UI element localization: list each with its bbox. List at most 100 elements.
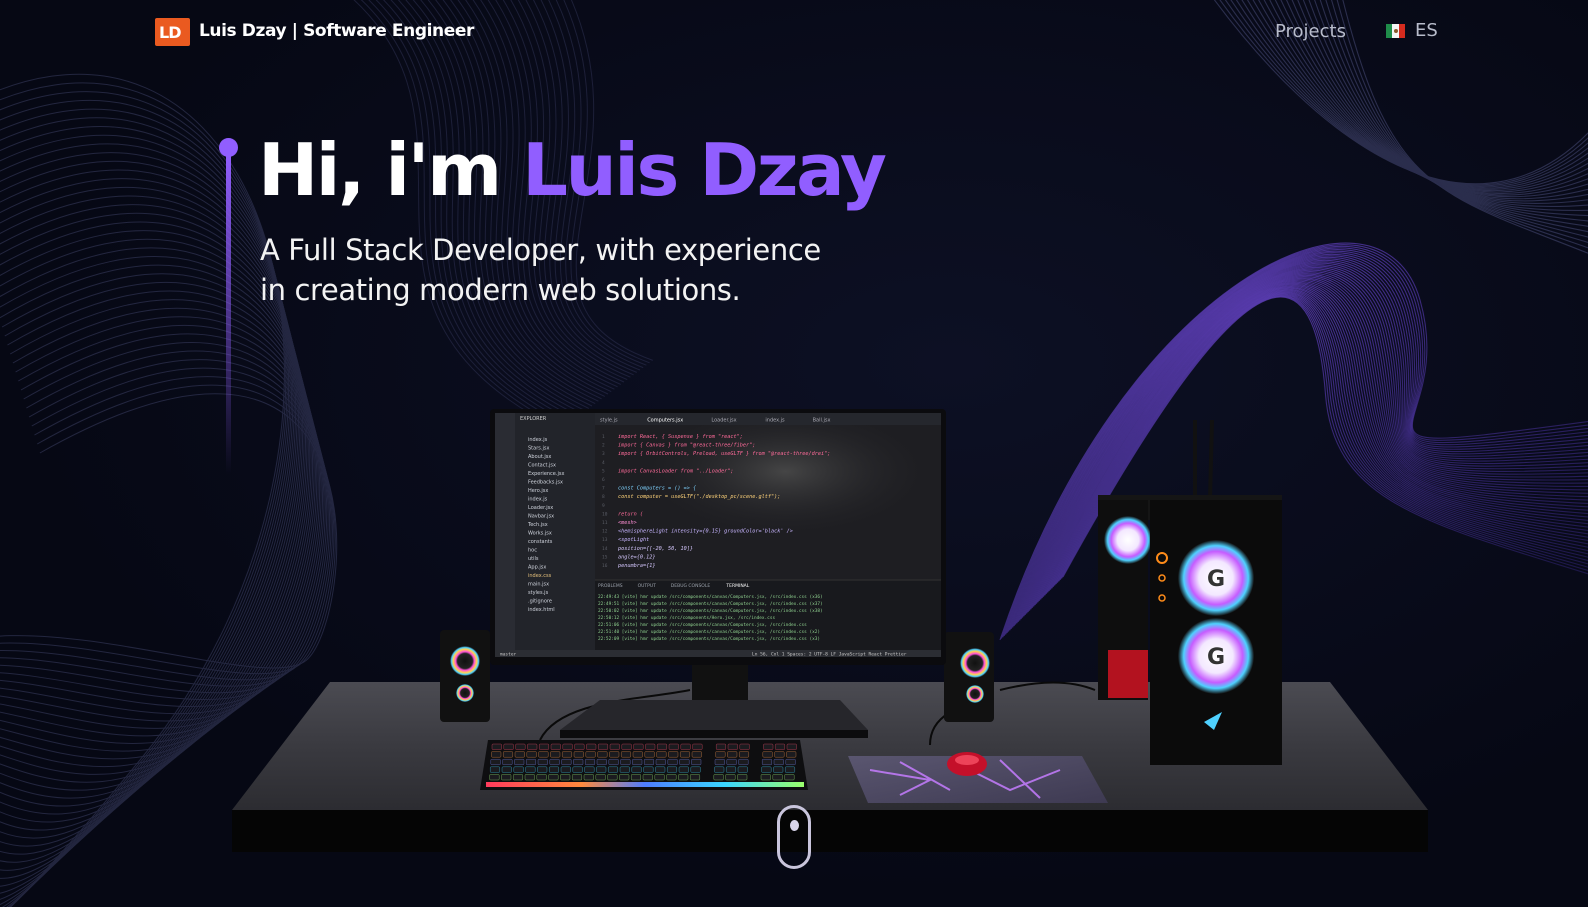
keyboard-key (515, 743, 526, 750)
panel-tab[interactable]: OUTPUT (638, 583, 657, 589)
keyboard-key (607, 766, 619, 773)
line-number: 13 (602, 537, 608, 543)
keyboard-key (597, 751, 608, 758)
panel-tab[interactable]: TERMINAL (725, 583, 749, 589)
keyboard-key (786, 751, 797, 758)
keyboard-key (525, 766, 536, 773)
keyboard-key (583, 774, 594, 781)
editor-tab[interactable]: Loader.jsx (711, 418, 736, 424)
file-tree-item[interactable]: main.jsx (528, 582, 549, 588)
keyboard-key (715, 743, 727, 750)
site-title[interactable]: Luis Dzay | Software Engineer (199, 21, 474, 41)
line-number: 8 (602, 494, 605, 500)
file-tree-item[interactable]: Tech.jsx (527, 522, 548, 528)
file-tree-item[interactable]: Experience.jsx (528, 471, 564, 477)
keyboard-key (596, 758, 607, 766)
line-number: 12 (602, 529, 608, 535)
top-nav: LD Luis Dzay | Software Engineer Project… (0, 0, 1588, 64)
file-tree-item[interactable]: styles.js (528, 590, 549, 596)
nav-projects-link[interactable]: Projects (1275, 21, 1346, 42)
keyboard-key (678, 774, 689, 781)
terminal-line: 22:49:51 [vite] hmr update /src/componen… (598, 601, 823, 607)
mexico-flag-icon (1386, 24, 1405, 38)
language-label: ES (1415, 20, 1438, 41)
scroll-down-indicator[interactable] (777, 805, 811, 869)
file-tree-item[interactable]: About.jsx (528, 454, 551, 460)
keyboard-key (774, 743, 786, 750)
keyboard-key (596, 766, 607, 773)
keyboard-key (644, 751, 655, 758)
keyboard-key (761, 766, 772, 773)
keyboard-key (655, 766, 666, 773)
keyboard-key (786, 743, 797, 750)
hero-greeting: Hi, i'm (258, 128, 523, 212)
file-tree-item[interactable]: Loader.jsx (528, 505, 553, 511)
file-tree-item[interactable]: index.html (528, 607, 555, 613)
code-line: import CanvasLoader from "../Loader"; (618, 468, 734, 474)
keyboard-key (631, 766, 642, 773)
line-number: 15 (602, 554, 608, 560)
editor-tab[interactable]: index.js (765, 418, 785, 424)
keyboard-key (584, 766, 595, 773)
keyboard-key (668, 743, 679, 750)
portfolio-page: LD Luis Dzay | Software Engineer Project… (0, 0, 1588, 907)
status-bar-branch: master (500, 652, 517, 658)
keyboard-key (645, 743, 656, 750)
monitor[interactable]: style.js Computers.jsx Loader.jsx index.js B… (490, 409, 946, 665)
logo-text: LD (159, 23, 182, 42)
logo[interactable]: LD (155, 18, 190, 46)
line-number: 16 (602, 563, 608, 569)
keyboard-key (690, 766, 701, 773)
file-tree-item[interactable]: hoc (528, 548, 537, 554)
keyboard-key (762, 751, 773, 758)
file-tree-item[interactable]: Stars.jsx (528, 446, 549, 452)
file-tree-item[interactable]: Hero.jsx (528, 488, 548, 494)
file-tree-item[interactable]: Feedbacks.jsx (528, 480, 563, 486)
keyboard-key (538, 751, 549, 758)
file-tree-item[interactable]: index.js (528, 497, 548, 503)
panel-tab[interactable]: PROBLEMS (598, 583, 623, 589)
terminal-line: 22:51:06 [vite] hmr update /src/componen… (598, 622, 807, 628)
keyboard-key (679, 751, 691, 758)
line-number: 2 (602, 443, 605, 449)
editor-tab[interactable]: style.js (600, 418, 618, 424)
file-tree-item[interactable]: utils (528, 556, 539, 562)
keyboard-key (666, 766, 678, 773)
file-tree-item[interactable]: App.jsx (528, 565, 546, 571)
keyboard-key (536, 774, 547, 781)
editor-tab[interactable]: Ball.jsx (813, 418, 831, 424)
keyboard-key (597, 743, 609, 750)
keyboard-key (527, 743, 538, 750)
explorer-title: EXPLORER (520, 416, 547, 422)
keyboard-key (573, 758, 584, 766)
line-number: 6 (602, 477, 605, 483)
keyboard-key (725, 774, 736, 781)
file-tree-item[interactable]: Works.jsx (528, 531, 552, 537)
keyboard-key (726, 758, 737, 766)
keyboard-key (514, 758, 525, 766)
keyboard-key (490, 758, 501, 766)
keyboard-key (537, 758, 548, 766)
keyboard-key (689, 774, 701, 781)
keyboard-key (562, 743, 573, 750)
file-tree-item[interactable]: .gitignore (528, 599, 552, 605)
scroll-dot (790, 820, 799, 831)
keyboard-key (667, 758, 678, 766)
file-tree-item[interactable]: index.css (528, 573, 552, 579)
file-tree-item[interactable]: constants (528, 539, 553, 545)
keyboard-key (713, 774, 724, 781)
keyboard-key (666, 774, 677, 781)
file-tree-item[interactable]: index.js (528, 437, 548, 443)
file-tree-item[interactable]: Navbar.jsx (528, 514, 554, 520)
keyboard-key (489, 766, 501, 773)
keyboard-key (514, 751, 525, 758)
keyboard-key (501, 774, 512, 781)
code-line: angle={0.12} (618, 554, 655, 560)
keyboard-key (491, 743, 502, 750)
keyboard-key (642, 774, 653, 781)
panel-tab[interactable]: DEBUG CONSOLE (671, 583, 711, 589)
code-line: import { Canvas } from "@react-three/fib… (618, 443, 755, 449)
keyboard-key (761, 758, 773, 766)
file-tree-item[interactable]: Contact.jsx (528, 463, 556, 469)
editor-tab[interactable]: Computers.jsx (647, 418, 683, 424)
